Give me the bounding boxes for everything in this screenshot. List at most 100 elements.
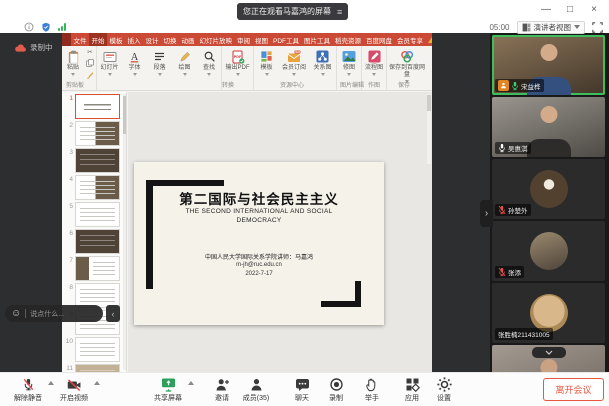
participant-tile-宋益桦[interactable]: 宋益桦 [492,35,605,95]
toolbar-members-button[interactable]: 成员(35) [234,377,278,403]
slide-thumbnail-image[interactable] [75,94,120,119]
sidebar-collapse-button[interactable]: › [480,200,493,227]
chevron-up-icon[interactable] [94,381,100,385]
wps-menu-审阅[interactable]: 审阅 [235,33,253,46]
slide-thumbnail-panel[interactable]: 1234567891011 [62,92,127,372]
wps-menu-稻壳资源[interactable]: 稻壳资源 [333,33,364,46]
slide-thumbnail-3[interactable]: 3 [64,148,126,173]
slide-thumbnail-7[interactable]: 7 [64,256,126,281]
meeting-info-icon[interactable] [24,22,34,32]
maximize-button[interactable]: □ [563,2,577,16]
slide-thumbnail-image[interactable] [75,337,120,362]
emoji-icon[interactable]: ☺ [11,309,21,319]
participant-tile-孙楚外[interactable]: 孙楚外 [492,159,605,219]
slide-icon [103,49,117,64]
security-shield-icon[interactable] [41,22,51,32]
toolbar-camera-off-button[interactable]: 开启视频 [52,377,96,403]
slide-thumbnail-5[interactable]: 5 [64,202,126,227]
slide-area-scrollbar[interactable] [427,94,431,164]
invite-icon [215,377,230,392]
wps-menu-切换[interactable]: 切换 [161,33,179,46]
slide-number: 2 [64,121,73,129]
divider [25,309,26,318]
chat-input-overlay[interactable]: ☺ 说点什么... [5,305,103,322]
chevron-down-icon [71,73,75,76]
wps-menu-PDF工具[interactable]: PDF工具 [271,33,302,46]
close-button[interactable]: × [587,2,601,16]
group-label-剪贴板: 剪贴板 [66,80,84,89]
dog-avatar [530,170,568,208]
wps-menu-模板[interactable]: 模板 [107,33,125,46]
chevron-down-icon [236,73,240,76]
wps-menu-图片工具[interactable]: 图片工具 [302,33,333,46]
chevron-down-icon [158,73,162,76]
toolbar-raise-hand-button[interactable]: 举手 [350,377,394,403]
wps-menu-百度网盘[interactable]: 百度网盘 [364,33,395,46]
wps-menu-幻灯片放映[interactable]: 幻灯片放映 [197,33,235,46]
recording-indicator: 录制中 [14,42,53,53]
slide-thumbnail-image[interactable] [75,175,120,200]
wps-menu-开始[interactable]: 开始 [89,33,107,46]
wps-logo[interactable] [62,33,71,46]
record-icon [329,377,344,392]
participant-name-tag: 孙楚外 [495,204,531,216]
fullscreen-icon[interactable] [592,22,603,33]
teddy-avatar [530,294,568,332]
slide-thumbnail-image[interactable] [75,364,120,372]
wps-menu-视图[interactable]: 视图 [253,33,271,46]
slide-thumbnail-4[interactable]: 4 [64,175,126,200]
participant-tile-张添[interactable]: 张添 [492,221,605,281]
slide-number: 11 [64,364,73,372]
minimize-button[interactable]: — [539,2,553,16]
chat-collapse-button[interactable]: ‹ [106,305,120,322]
slide-thumbnail-11[interactable]: 11 [64,364,126,372]
group-label-图片编辑: 图片编辑 [340,80,364,89]
slide-thumbnail-image[interactable] [75,229,120,254]
slide-thumbnail-image[interactable] [75,202,120,227]
participant-tile[interactable] [492,345,605,372]
slide-thumbnail-2[interactable]: 2 [64,121,126,146]
participant-tile-吴惠淇[interactable]: 吴惠淇 [492,97,605,157]
slide-thumbnail-1[interactable]: 1 [64,94,126,119]
slide-thumbnail-6[interactable]: 6 [64,229,126,254]
baidu-disk-icon [400,49,414,64]
slide-canvas[interactable]: 第二国际与社会民主主义 THE SECOND INTERNATIONAL AND… [134,162,384,325]
leave-meeting-button[interactable]: 离开会议 [543,378,604,401]
chevron-up-icon[interactable] [188,381,194,385]
chevron-down-icon [183,73,187,76]
collapse-tiles-button[interactable] [532,347,566,358]
view-mode-button[interactable]: 演讲者视图 [517,21,586,34]
banner-menu-icon[interactable]: ≡ [337,7,342,17]
slide-author: 中国人民大学国际关系学院讲师：马嘉鸿 [134,252,384,261]
clipboard-icon [67,49,80,64]
camera-off-icon [66,377,82,392]
mail-icon: NEW [287,49,301,64]
search-icon [203,49,216,64]
cut-icon[interactable]: ✂ [87,50,92,57]
copy-icon[interactable] [86,59,94,70]
toolbar-mic-muted-button[interactable]: 解除静音 [6,377,50,403]
panel-scrollbar[interactable] [123,94,126,370]
slide-number: 6 [64,229,73,237]
slide-thumbnail-10[interactable]: 10 [64,337,126,362]
toolbar-settings-button[interactable]: 设置 [422,377,466,403]
members-icon [249,377,264,392]
participant-name: 吴惠淇 [508,143,528,153]
network-signal-icon[interactable] [58,23,66,31]
toolbar-screen-share-button[interactable]: 共享屏幕 [146,377,190,403]
participant-name: 张添 [508,267,521,277]
chat-placeholder: 说点什么... [30,309,64,319]
slide-thumbnail-image[interactable] [75,256,120,281]
wps-menu-文件[interactable]: 文件 [71,33,89,46]
raise-hand-icon [365,377,379,392]
participant-tile-张胜楠211431005[interactable]: 张胜楠211431005 [492,283,605,343]
wps-menu-会员专享[interactable]: 会员专享 [395,33,426,46]
slide-thumbnail-image[interactable] [75,121,120,146]
svg-text:NEW: NEW [295,52,301,54]
wps-menu-设计[interactable]: 设计 [143,33,161,46]
wps-menu-动画[interactable]: 动画 [179,33,197,46]
slide-email: m-jh@ruc.edu.cn [134,262,384,268]
chevron-down-icon [108,73,112,76]
slide-thumbnail-image[interactable] [75,148,120,173]
wps-menu-插入[interactable]: 插入 [125,33,143,46]
